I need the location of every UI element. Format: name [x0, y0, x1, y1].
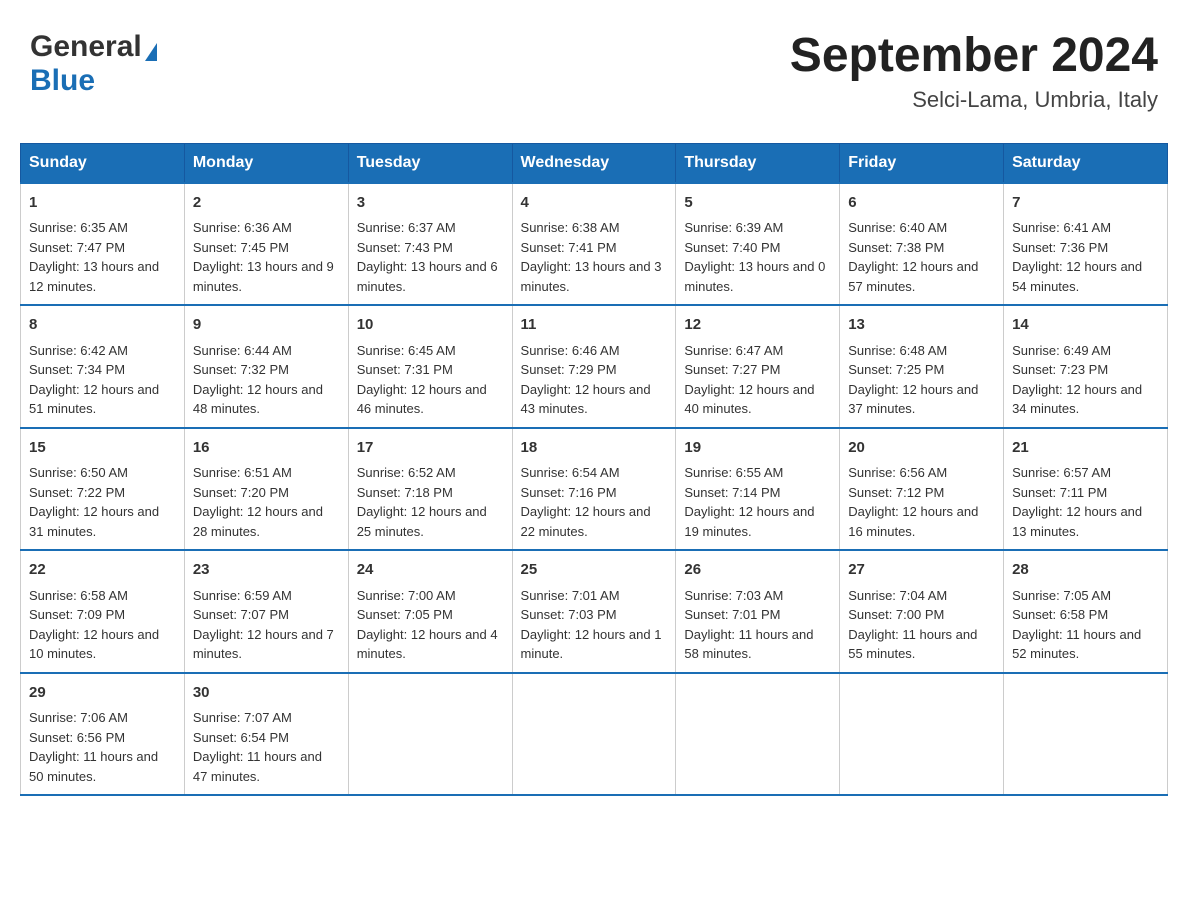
logo-arrow-icon: [145, 43, 157, 61]
day-number: 26: [684, 559, 831, 582]
day-number: 6: [848, 192, 995, 215]
calendar-cell-w5-d2: 30Sunrise: 7:07 AMSunset: 6:54 PMDayligh…: [184, 673, 348, 796]
col-friday: Friday: [840, 143, 1004, 183]
day-number: 10: [357, 314, 504, 337]
calendar-cell-w2-d4: 11Sunrise: 6:46 AMSunset: 7:29 PMDayligh…: [512, 305, 676, 428]
logo-general-text: General: [30, 30, 142, 64]
day-number: 16: [193, 437, 340, 460]
calendar-cell-w5-d1: 29Sunrise: 7:06 AMSunset: 6:56 PMDayligh…: [21, 673, 185, 796]
calendar-cell-w3-d5: 19Sunrise: 6:55 AMSunset: 7:14 PMDayligh…: [676, 428, 840, 551]
day-number: 21: [1012, 437, 1159, 460]
calendar-cell-w5-d6: [840, 673, 1004, 796]
day-number: 13: [848, 314, 995, 337]
day-number: 23: [193, 559, 340, 582]
calendar-cell-w5-d3: [348, 673, 512, 796]
calendar-cell-w1-d6: 6Sunrise: 6:40 AMSunset: 7:38 PMDaylight…: [840, 183, 1004, 306]
col-saturday: Saturday: [1004, 143, 1168, 183]
col-wednesday: Wednesday: [512, 143, 676, 183]
calendar-cell-w3-d2: 16Sunrise: 6:51 AMSunset: 7:20 PMDayligh…: [184, 428, 348, 551]
col-thursday: Thursday: [676, 143, 840, 183]
title-section: September 2024 Selci-Lama, Umbria, Italy: [790, 30, 1158, 113]
day-number: 11: [521, 314, 668, 337]
day-number: 4: [521, 192, 668, 215]
calendar-cell-w2-d2: 9Sunrise: 6:44 AMSunset: 7:32 PMDaylight…: [184, 305, 348, 428]
location-text: Selci-Lama, Umbria, Italy: [790, 87, 1158, 113]
calendar-week-2: 8Sunrise: 6:42 AMSunset: 7:34 PMDaylight…: [21, 305, 1168, 428]
day-number: 17: [357, 437, 504, 460]
logo-blue-text: Blue: [30, 64, 95, 97]
calendar-cell-w4-d4: 25Sunrise: 7:01 AMSunset: 7:03 PMDayligh…: [512, 550, 676, 673]
calendar-cell-w1-d5: 5Sunrise: 6:39 AMSunset: 7:40 PMDaylight…: [676, 183, 840, 306]
calendar-cell-w3-d1: 15Sunrise: 6:50 AMSunset: 7:22 PMDayligh…: [21, 428, 185, 551]
calendar-cell-w1-d1: 1Sunrise: 6:35 AMSunset: 7:47 PMDaylight…: [21, 183, 185, 306]
calendar-cell-w2-d1: 8Sunrise: 6:42 AMSunset: 7:34 PMDaylight…: [21, 305, 185, 428]
day-number: 29: [29, 682, 176, 705]
calendar-header-row: Sunday Monday Tuesday Wednesday Thursday…: [21, 143, 1168, 183]
calendar-week-3: 15Sunrise: 6:50 AMSunset: 7:22 PMDayligh…: [21, 428, 1168, 551]
day-number: 14: [1012, 314, 1159, 337]
day-number: 19: [684, 437, 831, 460]
day-number: 28: [1012, 559, 1159, 582]
calendar-cell-w5-d4: [512, 673, 676, 796]
calendar-cell-w3-d4: 18Sunrise: 6:54 AMSunset: 7:16 PMDayligh…: [512, 428, 676, 551]
calendar-cell-w2-d3: 10Sunrise: 6:45 AMSunset: 7:31 PMDayligh…: [348, 305, 512, 428]
day-number: 8: [29, 314, 176, 337]
day-number: 20: [848, 437, 995, 460]
calendar-cell-w4-d6: 27Sunrise: 7:04 AMSunset: 7:00 PMDayligh…: [840, 550, 1004, 673]
calendar-cell-w2-d6: 13Sunrise: 6:48 AMSunset: 7:25 PMDayligh…: [840, 305, 1004, 428]
day-number: 12: [684, 314, 831, 337]
calendar-cell-w4-d7: 28Sunrise: 7:05 AMSunset: 6:58 PMDayligh…: [1004, 550, 1168, 673]
day-number: 7: [1012, 192, 1159, 215]
calendar-cell-w3-d7: 21Sunrise: 6:57 AMSunset: 7:11 PMDayligh…: [1004, 428, 1168, 551]
col-tuesday: Tuesday: [348, 143, 512, 183]
day-number: 15: [29, 437, 176, 460]
day-number: 25: [521, 559, 668, 582]
day-number: 3: [357, 192, 504, 215]
day-number: 9: [193, 314, 340, 337]
calendar-cell-w1-d2: 2Sunrise: 6:36 AMSunset: 7:45 PMDaylight…: [184, 183, 348, 306]
calendar-week-4: 22Sunrise: 6:58 AMSunset: 7:09 PMDayligh…: [21, 550, 1168, 673]
calendar-cell-w1-d7: 7Sunrise: 6:41 AMSunset: 7:36 PMDaylight…: [1004, 183, 1168, 306]
day-number: 5: [684, 192, 831, 215]
calendar-cell-w3-d6: 20Sunrise: 6:56 AMSunset: 7:12 PMDayligh…: [840, 428, 1004, 551]
calendar-cell-w1-d4: 4Sunrise: 6:38 AMSunset: 7:41 PMDaylight…: [512, 183, 676, 306]
calendar-cell-w5-d7: [1004, 673, 1168, 796]
col-sunday: Sunday: [21, 143, 185, 183]
day-number: 22: [29, 559, 176, 582]
calendar-cell-w2-d5: 12Sunrise: 6:47 AMSunset: 7:27 PMDayligh…: [676, 305, 840, 428]
calendar-table: Sunday Monday Tuesday Wednesday Thursday…: [20, 143, 1168, 797]
calendar-cell-w2-d7: 14Sunrise: 6:49 AMSunset: 7:23 PMDayligh…: [1004, 305, 1168, 428]
calendar-cell-w5-d5: [676, 673, 840, 796]
calendar-week-1: 1Sunrise: 6:35 AMSunset: 7:47 PMDaylight…: [21, 183, 1168, 306]
page-header: General Blue September 2024 Selci-Lama, …: [20, 20, 1168, 123]
calendar-cell-w4-d1: 22Sunrise: 6:58 AMSunset: 7:09 PMDayligh…: [21, 550, 185, 673]
calendar-cell-w4-d3: 24Sunrise: 7:00 AMSunset: 7:05 PMDayligh…: [348, 550, 512, 673]
calendar-cell-w4-d2: 23Sunrise: 6:59 AMSunset: 7:07 PMDayligh…: [184, 550, 348, 673]
day-number: 27: [848, 559, 995, 582]
day-number: 2: [193, 192, 340, 215]
col-monday: Monday: [184, 143, 348, 183]
day-number: 18: [521, 437, 668, 460]
day-number: 24: [357, 559, 504, 582]
calendar-week-5: 29Sunrise: 7:06 AMSunset: 6:56 PMDayligh…: [21, 673, 1168, 796]
day-number: 1: [29, 192, 176, 215]
month-title: September 2024: [790, 30, 1158, 83]
calendar-cell-w3-d3: 17Sunrise: 6:52 AMSunset: 7:18 PMDayligh…: [348, 428, 512, 551]
calendar-cell-w1-d3: 3Sunrise: 6:37 AMSunset: 7:43 PMDaylight…: [348, 183, 512, 306]
calendar-cell-w4-d5: 26Sunrise: 7:03 AMSunset: 7:01 PMDayligh…: [676, 550, 840, 673]
day-number: 30: [193, 682, 340, 705]
logo: General Blue: [30, 30, 157, 98]
